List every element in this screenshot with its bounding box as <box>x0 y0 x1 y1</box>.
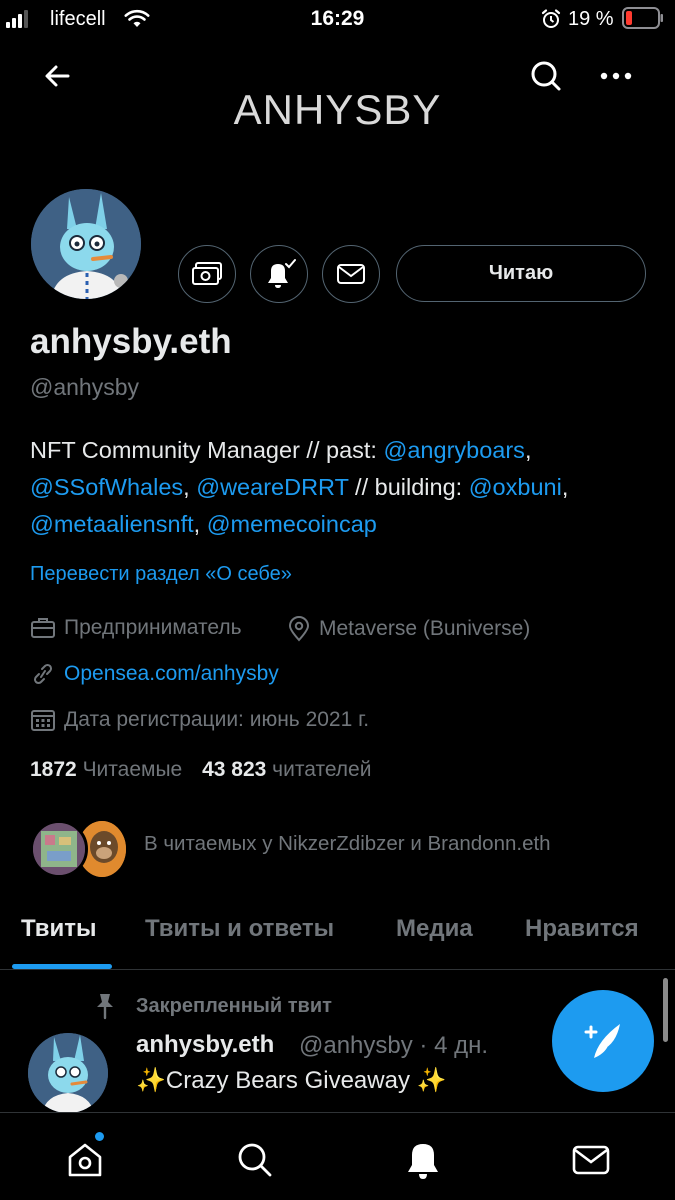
following-button[interactable]: Читаю <box>396 245 646 302</box>
profession-text: Предприниматель <box>64 616 242 639</box>
envelope-icon <box>572 1145 610 1175</box>
followers-link[interactable]: 43 823 читателей <box>202 758 371 781</box>
bell-check-icon <box>268 259 296 288</box>
bio-text: NFT Community Manager // past: <box>30 437 384 463</box>
location-row: Metaverse (Buniverse) <box>287 616 530 642</box>
bell-icon <box>408 1144 438 1179</box>
tab-tweets-and-replies[interactable]: Твиты и ответы <box>145 915 334 943</box>
bio-mention[interactable]: @oxbuni <box>469 474 562 500</box>
envelope-icon <box>337 264 365 284</box>
location-pin-icon <box>288 616 310 642</box>
search-button[interactable] <box>526 56 566 96</box>
profile-display-name: anhysby.eth <box>30 322 232 361</box>
bio-text: // building: <box>348 474 469 500</box>
tabs-divider <box>0 969 675 970</box>
status-bar: lifecell 16:29 19 % <box>0 0 675 38</box>
bio-mention[interactable]: @SSofWhales <box>30 474 183 500</box>
nav-messages[interactable] <box>566 1135 616 1185</box>
nav-notifications[interactable] <box>398 1135 448 1185</box>
alarm-icon <box>540 8 562 36</box>
bio-separator: , <box>183 474 197 500</box>
website-link[interactable]: Opensea.com/anhysby <box>64 662 279 686</box>
tweet-avatar[interactable] <box>28 1033 108 1113</box>
tweet-author-handle: @anhysby · 4 дн. <box>299 1032 489 1059</box>
briefcase-icon <box>31 618 55 638</box>
avatar <box>30 820 88 878</box>
bio-separator: , <box>561 474 569 500</box>
calendar-icon <box>31 710 55 731</box>
search-icon <box>238 1143 272 1177</box>
profile-bio: NFT Community Manager // past: @angryboa… <box>30 432 650 543</box>
tab-media[interactable]: Медиа <box>396 915 473 943</box>
battery-icon <box>622 7 664 35</box>
profile-handle: @anhysby <box>30 374 140 400</box>
following-link[interactable]: 1872 Читаемые <box>30 758 188 781</box>
nav-home[interactable] <box>60 1132 110 1185</box>
message-button[interactable] <box>322 245 380 303</box>
compose-tweet-button[interactable] <box>552 990 654 1092</box>
tweet-author-name[interactable]: anhysby.eth <box>136 1031 274 1059</box>
more-dots-icon <box>600 72 632 80</box>
search-icon <box>531 61 561 91</box>
website-row: Opensea.com/anhysby <box>30 662 279 686</box>
pinned-label: Закрепленный твит <box>136 995 332 1017</box>
following-count: 1872 <box>30 758 77 781</box>
scrollbar[interactable] <box>663 978 668 1042</box>
bottom-nav <box>0 1112 675 1200</box>
nav-search[interactable] <box>230 1135 280 1185</box>
notification-dot <box>95 1132 104 1141</box>
notifications-toggle-button[interactable] <box>250 245 308 303</box>
followed-by-avatars[interactable] <box>30 820 130 878</box>
location-text: Metaverse (Buniverse) <box>319 617 531 640</box>
header-title: ANHYSBY <box>233 86 442 133</box>
translate-bio-link[interactable]: Перевести раздел «О себе» <box>30 563 292 586</box>
following-label: Читаемые <box>82 758 183 781</box>
bio-separator: , <box>193 511 207 537</box>
tab-tweets[interactable]: Твиты <box>21 915 97 943</box>
bio-separator: , <box>524 437 532 463</box>
link-icon <box>33 663 53 685</box>
home-icon <box>68 1143 102 1177</box>
profession-row: Предприниматель <box>30 616 242 640</box>
followers-label: читателей <box>272 758 372 781</box>
tips-button[interactable] <box>178 245 236 303</box>
follow-counts: 1872 Читаемые 43 823 читателей <box>30 758 371 782</box>
battery-percent: 19 % <box>568 8 614 30</box>
bio-mention[interactable]: @angryboars <box>384 437 525 463</box>
money-icon <box>192 262 222 285</box>
tab-likes[interactable]: Нравится <box>525 915 639 943</box>
joined-row: Дата регистрации: июнь 2021 г. <box>30 708 369 732</box>
bio-mention[interactable]: @metaaliensnft <box>30 511 194 537</box>
joined-text: Дата регистрации: июнь 2021 г. <box>64 708 370 731</box>
profile-avatar[interactable] <box>28 186 144 302</box>
compose-quill-icon <box>584 1024 620 1058</box>
pin-icon <box>92 992 118 1025</box>
tweet-text[interactable]: ✨Crazy Bears Giveaway ✨ <box>136 1066 447 1095</box>
more-button[interactable] <box>596 56 636 96</box>
followed-by-text[interactable]: В читаемых у NikzerZdibzer и Brandonn.et… <box>144 832 551 856</box>
followers-count: 43 823 <box>202 758 267 781</box>
bio-mention[interactable]: @weareDRRT <box>196 474 348 500</box>
bio-mention[interactable]: @memecoincap <box>207 511 377 537</box>
